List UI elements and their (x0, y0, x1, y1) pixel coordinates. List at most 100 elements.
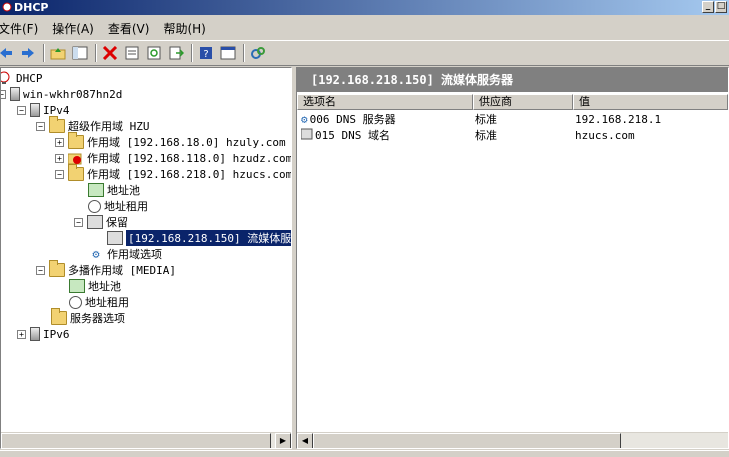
tree-node-scope-18[interactable]: + 作用域 [192.168.18.0] hzuly.com (55, 132, 286, 150)
toolbar-separator (95, 44, 97, 62)
dhcp-action-icon[interactable] (248, 43, 268, 63)
details-horizontal-scrollbar[interactable]: ◀ (297, 432, 728, 448)
scrollbar-thumb[interactable] (313, 433, 621, 448)
tree-node-pool[interactable]: 地址池 (88, 182, 140, 198)
server-icon (10, 87, 20, 101)
back-icon[interactable] (0, 43, 16, 63)
collapse-icon[interactable]: − (55, 169, 64, 179)
menu-bar: 文件(F) 操作(A) 查看(V) 帮助(H) (0, 17, 729, 39)
vendor-cell: 标准 (475, 129, 497, 142)
option-icon (300, 128, 313, 143)
server-options-icon (51, 308, 67, 325)
collapse-icon[interactable]: − (1, 89, 6, 99)
collapse-icon[interactable]: − (74, 217, 83, 227)
window-controls: _ □ (702, 1, 727, 13)
option-name-cell: ⚙ 006 DNS 服务器 (297, 111, 473, 127)
option-name-text: 015 DNS 域名 (315, 129, 390, 142)
tree-label-scope-18: 作用域 [192.168.18.0] hzuly.com (87, 136, 286, 149)
tree-node-ipv4[interactable]: − IPv4 (17, 102, 70, 118)
tree-horizontal-scrollbar[interactable]: ▶ (1, 432, 291, 448)
expand-icon[interactable]: + (55, 137, 64, 147)
ipv6-icon (30, 327, 40, 341)
toolbar: ? (0, 40, 729, 66)
tree-node-scope-218[interactable]: − 作用域 [192.168.218.0] hzucs.com (55, 164, 292, 182)
folder-icon (49, 260, 65, 277)
tree-label-superscope: 超级作用域 HZU (68, 120, 150, 133)
scroll-left-button[interactable]: ◀ (297, 433, 313, 448)
scroll-right-button[interactable]: ▶ (275, 433, 291, 448)
folder-icon (68, 164, 84, 181)
menu-file[interactable]: 文件(F) (0, 20, 44, 37)
tree-label-multicast: 多播作用域 [MEDIA] (68, 264, 176, 277)
expand-icon[interactable]: + (55, 153, 64, 163)
tree-label-ipv6: IPv6 (43, 327, 70, 341)
address-pool-icon (88, 183, 104, 197)
dhcp-app-icon (2, 1, 12, 12)
details-pane: [192.168.218.150] 流媒体服务器 选项名 供应商 值 ⚙ 006… (296, 67, 729, 449)
tree-label-leases: 地址租用 (104, 200, 148, 213)
tree-node-scope-options[interactable]: ⚙ 作用域选项 (88, 246, 162, 262)
address-pool-icon (69, 279, 85, 293)
window-title: DHCP (14, 1, 49, 14)
menu-action[interactable]: 操作(A) (52, 20, 100, 37)
tree-label-scope-options: 作用域选项 (107, 248, 162, 261)
title-bar: DHCP _ □ (0, 0, 729, 15)
tree-label-ipv4: IPv4 (43, 103, 70, 117)
help-icon[interactable]: ? (196, 43, 216, 63)
tree-node-dhcp[interactable]: DHCP (1, 70, 43, 86)
option-name-text: 006 DNS 服务器 (309, 113, 396, 126)
console-tree-pane[interactable]: DHCP − win-wkhr087hn2d − IPv4 − 超级作用域 HZ… (0, 67, 292, 449)
scope-disabled-icon (67, 151, 84, 165)
tree-label-scope-118: 作用域 [192.168.118.0] hzudz.com (87, 152, 292, 165)
vendor-cell: 标准 (475, 113, 497, 126)
export-icon[interactable] (166, 43, 186, 63)
tree-node-mc-leases[interactable]: 地址租用 (69, 294, 129, 310)
tree-label-server-options: 服务器选项 (70, 312, 125, 325)
collapse-icon[interactable]: − (36, 121, 45, 131)
refresh-icon[interactable] (144, 43, 164, 63)
tree-node-reservations[interactable]: − 保留 (74, 214, 128, 230)
maximize-button[interactable]: □ (715, 1, 727, 13)
option-name-cell: 015 DNS 域名 (297, 127, 473, 143)
toolbar-separator (43, 44, 45, 62)
tree-node-server-options[interactable]: 服务器选项 (51, 308, 125, 326)
tree-label-reservations: 保留 (106, 216, 128, 229)
column-header-vendor[interactable]: 供应商 (473, 94, 573, 110)
tree-node-server[interactable]: − win-wkhr087hn2d (1, 86, 123, 102)
delete-icon[interactable] (100, 43, 120, 63)
tree-label-pool: 地址池 (107, 184, 140, 197)
up-folder-icon[interactable] (48, 43, 68, 63)
tree-node-multicast[interactable]: − 多播作用域 [MEDIA] (36, 260, 176, 278)
menu-view[interactable]: 查看(V) (108, 20, 156, 37)
column-header-row: 选项名 供应商 值 (297, 94, 728, 110)
tree-node-reservation-item[interactable]: [192.168.218.150] 流媒体服务 (107, 230, 291, 246)
console-icon[interactable] (218, 43, 238, 63)
option-icon: ⚙ (301, 112, 308, 126)
minimize-button[interactable]: _ (702, 1, 714, 13)
show-tree-icon[interactable] (70, 43, 90, 63)
reservation-icon (107, 231, 123, 245)
properties-icon[interactable] (122, 43, 142, 63)
expand-icon[interactable]: + (17, 329, 26, 339)
collapse-icon[interactable]: − (36, 265, 45, 275)
toolbar-separator (243, 44, 245, 62)
tree-node-scope-118[interactable]: + 作用域 [192.168.118.0] hzudz.com (55, 150, 292, 166)
tree-node-superscope[interactable]: − 超级作用域 HZU (36, 116, 150, 134)
menu-help[interactable]: 帮助(H) (163, 20, 211, 37)
folder-icon (68, 132, 84, 149)
tree-label-dhcp: DHCP (16, 71, 43, 85)
collapse-icon[interactable]: − (17, 105, 26, 115)
tree-label-scope-218: 作用域 [192.168.218.0] hzucs.com (87, 168, 292, 181)
tree-node-ipv6[interactable]: + IPv6 (17, 326, 70, 342)
column-header-value[interactable]: 值 (573, 94, 728, 110)
address-lease-icon (69, 295, 82, 309)
column-header-option-name[interactable]: 选项名 (297, 94, 473, 110)
tree-node-leases[interactable]: 地址租用 (88, 198, 148, 214)
tree-node-mc-pool[interactable]: 地址池 (69, 278, 121, 294)
table-row[interactable]: 015 DNS 域名 标准 hzucs.com (297, 127, 723, 143)
table-row[interactable]: ⚙ 006 DNS 服务器 标准 192.168.218.1 (297, 111, 723, 127)
svg-text:?: ? (203, 49, 208, 60)
tree-label-server: win-wkhr087hn2d (23, 87, 123, 101)
forward-icon[interactable] (18, 43, 38, 63)
scrollbar-thumb[interactable] (1, 433, 271, 448)
